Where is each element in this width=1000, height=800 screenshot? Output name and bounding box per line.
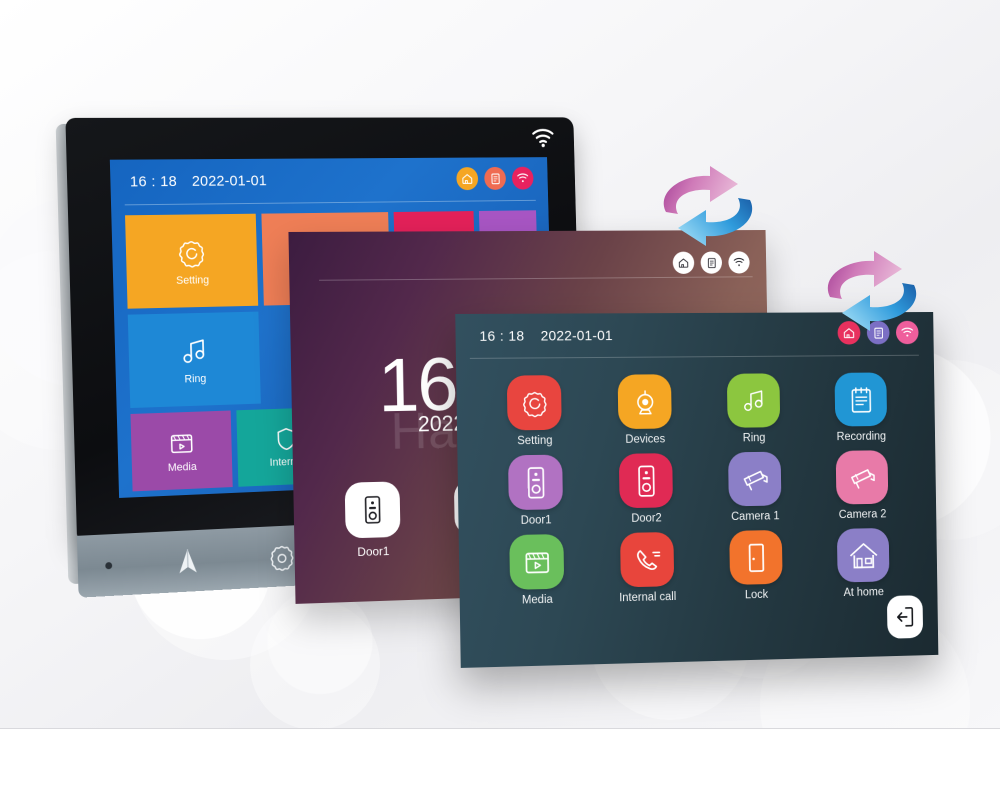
tile-setting[interactable]: Setting: [125, 213, 259, 309]
status-divider: [319, 276, 753, 281]
app-lock[interactable]: Lock: [701, 529, 810, 602]
tile-label: Setting: [176, 274, 210, 287]
wifi-icon: [531, 129, 555, 153]
cctv-icon: [835, 450, 889, 505]
media-icon: [509, 534, 565, 590]
doorbell-icon: [508, 454, 563, 511]
app-devices[interactable]: Devices: [589, 374, 700, 446]
app-ring[interactable]: Ring: [699, 373, 808, 445]
app-label: At home: [843, 586, 885, 599]
wifi-icon[interactable]: [728, 251, 750, 274]
clock-time: 16 : 18: [479, 327, 525, 344]
tile-label: Ring: [184, 372, 207, 386]
gear-icon: [174, 235, 210, 271]
app-camera-2[interactable]: Camera 2: [808, 450, 916, 522]
sync-arrows-top: [663, 166, 753, 246]
doorbell-icon: [344, 481, 401, 539]
record-icon[interactable]: [484, 166, 507, 190]
app-label: Devices: [625, 433, 666, 446]
tile-media[interactable]: Media: [130, 410, 233, 492]
unlock-icon[interactable]: [171, 545, 205, 578]
app-label: Ring: [742, 432, 766, 445]
clock-time: 16 : 18: [129, 173, 178, 191]
mic-dot: [105, 562, 113, 570]
app-label: Media: [521, 593, 553, 607]
app-label: Door2: [631, 512, 662, 525]
app-door1[interactable]: Door1: [479, 454, 591, 527]
cctv-icon: [728, 451, 782, 507]
scene-root: 16 : 18 2022-01-01 Setting Ring Media In…: [0, 0, 1000, 800]
app-door2[interactable]: Door2: [591, 453, 702, 526]
app-label: Door1: [520, 514, 552, 527]
status-icons-2: [672, 251, 750, 275]
app-label: Camera 2: [838, 508, 887, 522]
app-camera-1[interactable]: Camera 1: [700, 451, 809, 523]
app-internal-call[interactable]: Internal call: [592, 531, 703, 604]
home-icon[interactable]: [456, 167, 479, 191]
app-label: Door1: [357, 544, 390, 559]
phone-call-icon: [620, 531, 675, 588]
app-label: Internal call: [619, 591, 677, 605]
camera-icon: [617, 374, 672, 430]
music-icon: [726, 373, 781, 428]
device-screen-3: 16 : 18 2022-01-01 Setting Devices Ring …: [455, 311, 939, 668]
app-media[interactable]: Media: [481, 533, 593, 607]
tile-label: Media: [167, 460, 197, 475]
gear-icon: [506, 375, 562, 431]
app-label: Recording: [836, 430, 887, 444]
tile-ring-large[interactable]: Ring: [127, 311, 261, 409]
app-label: Camera 1: [731, 510, 780, 524]
app-grid-3: Setting Devices Ring Recording Door1 Doo…: [478, 372, 917, 607]
status-icons-1: [456, 166, 534, 191]
door-icon: [729, 529, 783, 585]
app-door1[interactable]: Door1: [344, 481, 401, 559]
bokeh-circle: [250, 600, 380, 730]
record-icon[interactable]: [700, 251, 723, 274]
app-label: Lock: [744, 588, 769, 602]
doorbell-icon: [618, 453, 674, 509]
status-divider: [469, 354, 919, 359]
media-icon: [167, 427, 197, 458]
app-recording[interactable]: Recording: [807, 372, 915, 443]
wifi-icon[interactable]: [511, 166, 534, 190]
clock-date: 2022-01-01: [540, 327, 613, 344]
exit-icon[interactable]: [886, 595, 924, 639]
home-icon[interactable]: [672, 251, 695, 275]
status-bar-1: 16 : 18 2022-01-01: [110, 157, 548, 206]
status-divider: [124, 199, 536, 206]
note-icon: [834, 372, 888, 427]
music-icon: [177, 333, 213, 369]
house-icon: [836, 527, 890, 583]
app-label: Setting: [517, 434, 553, 448]
clock-date: 2022-01-01: [191, 172, 268, 190]
app-setting[interactable]: Setting: [478, 375, 590, 448]
sync-arrows-bottom: [827, 251, 917, 331]
app-at-home[interactable]: At home: [809, 527, 917, 599]
